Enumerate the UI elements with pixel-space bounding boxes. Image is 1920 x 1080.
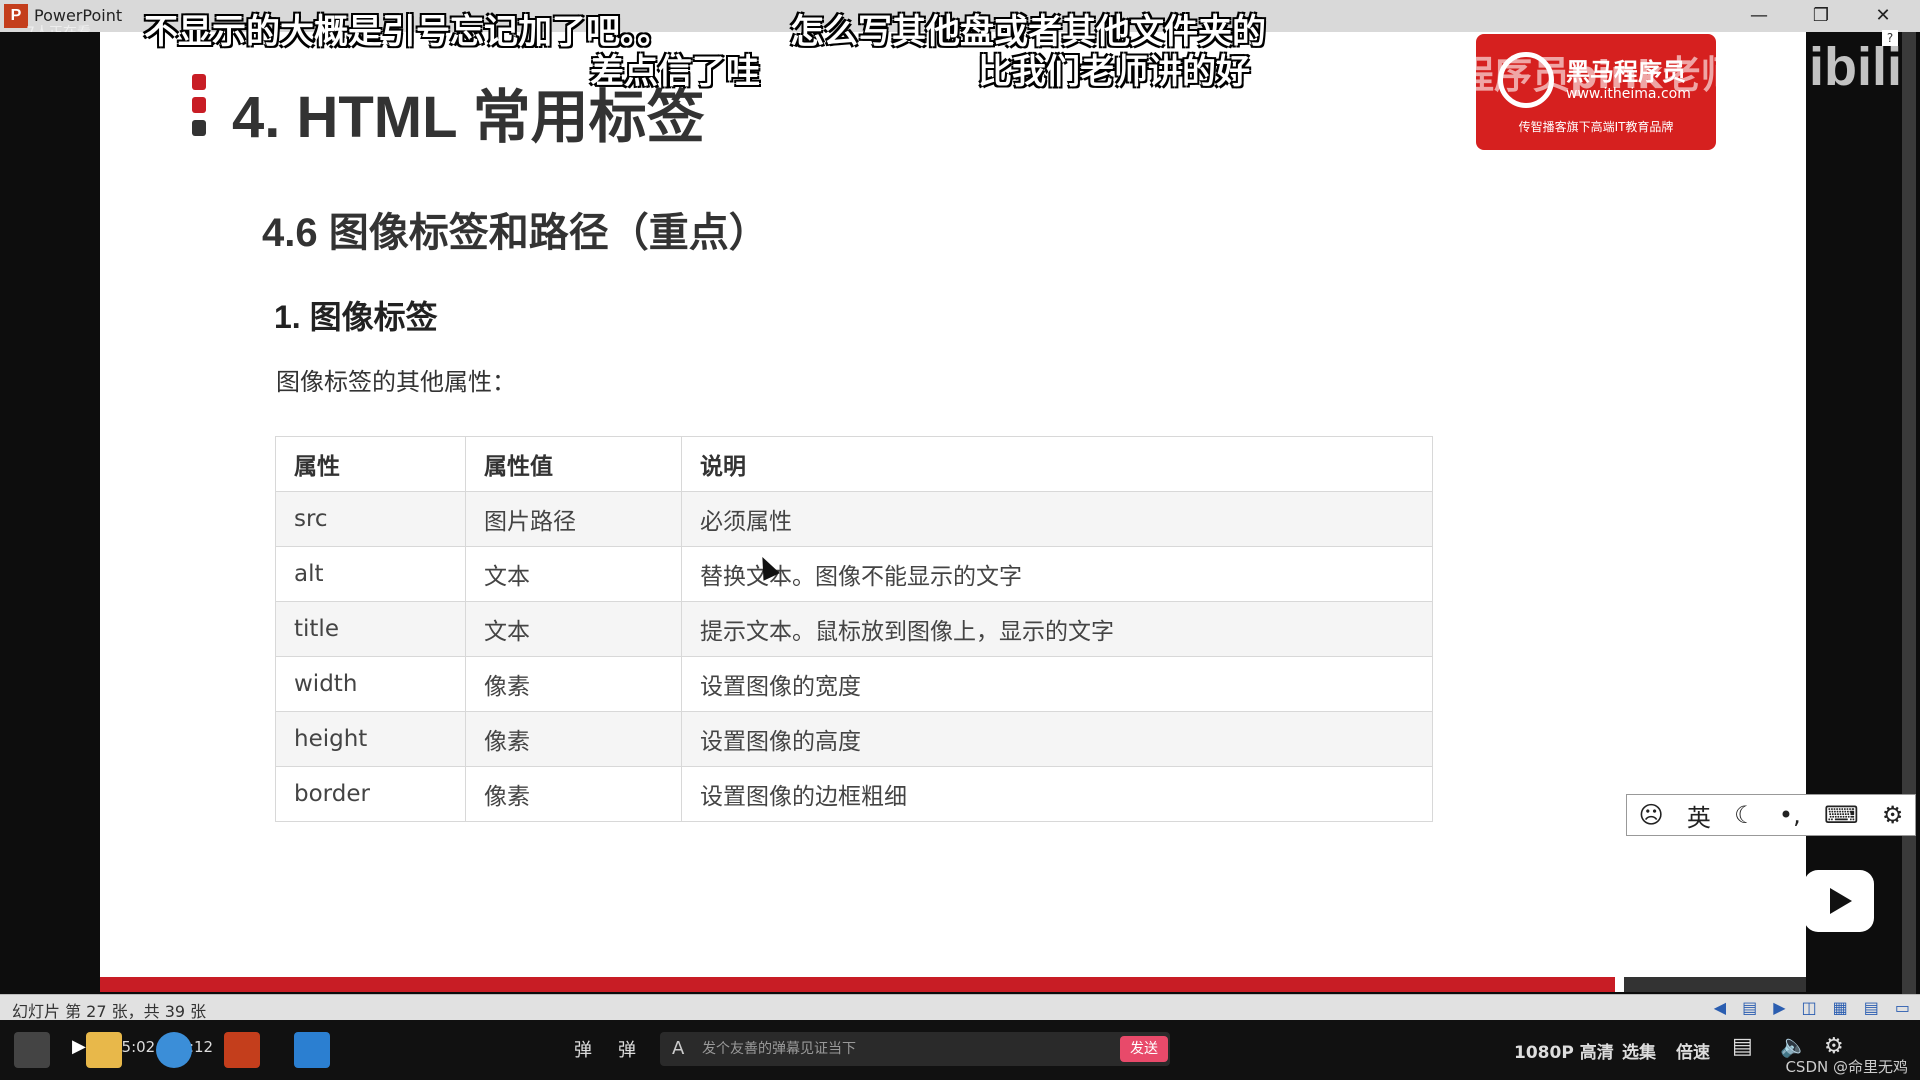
maximize-button[interactable]: ❐	[1798, 2, 1844, 30]
table-cell: 设置图像的边框粗细	[681, 766, 1433, 822]
quality-button[interactable]: 1080P 高清	[1514, 1038, 1614, 1063]
table-header: 说明	[681, 436, 1433, 492]
table-cell: 像素	[465, 656, 682, 712]
slide-counter: 幻灯片 第 27 张，共 39 张	[12, 1002, 207, 1021]
subtitle-icon[interactable]: ▤	[1732, 1034, 1753, 1059]
csdn-watermark: CSDN @命里无鸡	[1785, 1058, 1908, 1076]
keyboard-icon[interactable]: ⌨	[1824, 801, 1859, 829]
bilibili-tv-icon[interactable]	[1804, 870, 1874, 932]
danmaku-placeholder: 发个友善的弹幕见证当下	[702, 1041, 856, 1057]
speed-button[interactable]: 倍速	[1676, 1038, 1710, 1063]
table-cell: border	[275, 766, 466, 822]
table-cell: 文本	[465, 601, 682, 657]
title-bullet-icon	[192, 74, 206, 136]
minimize-button[interactable]: —	[1736, 2, 1782, 30]
close-button[interactable]: ✕	[1860, 2, 1906, 30]
danmaku-toggle-icon[interactable]: 弹	[574, 1036, 592, 1062]
chrome-icon[interactable]	[156, 1032, 192, 1068]
slideshow-icon[interactable]: ▭	[1895, 998, 1910, 1017]
episodes-button[interactable]: 选集	[1622, 1038, 1656, 1063]
table-cell: 替换文本。图像不能显示的文字	[681, 546, 1433, 602]
punctuation-icon[interactable]: •,	[1779, 801, 1801, 829]
table-row: width 像素 设置图像的宽度	[275, 656, 1433, 712]
table-cell: 必须属性	[681, 491, 1433, 547]
table-cell: height	[275, 711, 466, 767]
left-gutter	[0, 32, 100, 1008]
vscode-icon[interactable]	[294, 1032, 330, 1068]
bilibili-logo: bilibili	[1746, 37, 1902, 97]
table-row: alt 文本 替换文本。图像不能显示的文字	[275, 546, 1433, 602]
ime-logo-icon[interactable]: ☹	[1639, 801, 1664, 829]
table-row: title 文本 提示文本。鼠标放到图像上，显示的文字	[275, 601, 1433, 657]
table-row: border 像素 设置图像的边框粗细	[275, 766, 1433, 822]
start-icon[interactable]	[14, 1032, 50, 1068]
table-cell: 提示文本。鼠标放到图像上，显示的文字	[681, 601, 1433, 657]
moon-icon[interactable]: ☾	[1734, 801, 1756, 829]
scrollbar[interactable]	[1902, 32, 1916, 1008]
footer-grey-rule	[1624, 977, 1806, 992]
table-cell: src	[275, 491, 466, 547]
table-header: 属性值	[465, 436, 682, 492]
normal-view-icon[interactable]: ◫	[1802, 998, 1817, 1017]
danmaku-settings-icon[interactable]: 弹	[618, 1036, 636, 1062]
table-cell: width	[275, 656, 466, 712]
watermark: 黑马程序员pink老师	[1380, 53, 1739, 97]
table-cell: 像素	[465, 711, 682, 767]
table-cell: title	[275, 601, 466, 657]
table-cell: 设置图像的高度	[681, 711, 1433, 767]
table-cell: 图片路径	[465, 491, 682, 547]
table-cell: alt	[275, 546, 466, 602]
send-danmaku-button[interactable]: 发送	[1120, 1036, 1168, 1062]
table-header: 属性	[275, 436, 466, 492]
danmaku-comment: 比我们老师讲的好	[978, 52, 1250, 92]
prev-arrow-icon[interactable]: ◀	[1714, 998, 1726, 1017]
logo-slogan: 传智播客旗下高端IT教育品牌	[1518, 120, 1674, 134]
table-row: src 图片路径 必须属性	[275, 491, 1433, 547]
next-arrow-icon[interactable]: ▶	[1773, 998, 1785, 1017]
statusbar-icons: ◀ ▤ ▶ ◫ ▦ ▤ ▭	[1714, 998, 1910, 1017]
table-header-row: 属性 属性值 说明	[275, 436, 1433, 492]
intro-text: 图像标签的其他属性：	[276, 368, 516, 396]
slide: 4. HTML 常用标签 黑马程序员 www.itheima.com 传智播客旗…	[100, 32, 1806, 992]
notes-icon[interactable]: ▤	[1742, 998, 1757, 1017]
powerpoint-taskbar-icon[interactable]	[224, 1032, 260, 1068]
section-title: 4.6 图像标签和路径（重点）	[262, 211, 769, 255]
ppt-statusbar: 幻灯片 第 27 张，共 39 张 ◀ ▤ ▶ ◫ ▦ ▤ ▭	[0, 994, 1920, 1021]
video-player-bar: ▶❙ 05:02 / 09:12 弹 弹 A 发个友善的弹幕见证当下 发送 10…	[0, 1020, 1920, 1080]
text-style-icon[interactable]: A	[672, 1032, 684, 1066]
table-cell: 像素	[465, 766, 682, 822]
danmaku-input[interactable]: A 发个友善的弹幕见证当下	[660, 1032, 1170, 1066]
powerpoint-icon: P	[4, 4, 28, 28]
table-cell: 文本	[465, 546, 682, 602]
danmaku-comment: 差点信了哇	[590, 52, 760, 92]
footer-red-rule	[100, 977, 1615, 992]
table-row: height 像素 设置图像的高度	[275, 711, 1433, 767]
folder-icon[interactable]	[86, 1032, 122, 1068]
sorter-view-icon[interactable]: ▦	[1833, 998, 1848, 1017]
ime-language-toggle[interactable]: 英	[1687, 798, 1711, 833]
attributes-table: 属性 属性值 说明 src 图片路径 必须属性 alt 文本 替换文本。图像不能…	[275, 436, 1433, 822]
ime-toolbar[interactable]: ☹ 英 ☾ •, ⌨ ⚙	[1626, 794, 1916, 836]
table-cell: 设置图像的宽度	[681, 656, 1433, 712]
sub-title: 1. 图像标签	[274, 299, 438, 335]
gear-icon[interactable]: ⚙	[1882, 801, 1904, 829]
reading-view-icon[interactable]: ▤	[1864, 998, 1879, 1017]
